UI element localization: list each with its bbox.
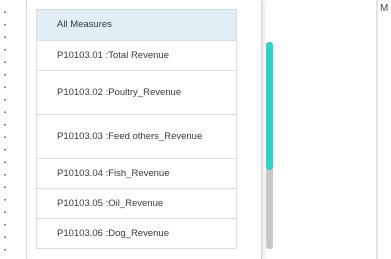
- measure-option-label: P10103.05 :Oil_Revenue: [57, 197, 164, 209]
- measure-option-dog-revenue[interactable]: P10103.06 :Dog_Revenue: [36, 219, 237, 249]
- list-scrollbar-thumb[interactable]: [266, 42, 273, 170]
- measure-option-fish-revenue[interactable]: P10103.04 :Fish_Revenue: [36, 159, 237, 189]
- measures-list: All Measures P10103.01 :Total Revenue P1…: [36, 9, 274, 249]
- all-measures-option[interactable]: All Measures: [36, 9, 237, 41]
- measure-option-label: P10103.06 :Dog_Revenue: [57, 227, 169, 239]
- right-panel-divider: [376, 0, 378, 259]
- measure-option-label: P10103.02 :Poultry_Revenue: [57, 86, 182, 98]
- measure-option-label: P10103.03 :Feed others_Revenue: [57, 130, 203, 142]
- measure-option-oil-revenue[interactable]: P10103.05 :Oil_Revenue: [36, 189, 237, 219]
- measure-option-total-revenue[interactable]: P10103.01 :Total Revenue: [36, 41, 237, 71]
- all-measures-label: All Measures: [57, 19, 112, 30]
- screen: All Measures P10103.01 :Total Revenue P1…: [0, 0, 391, 259]
- right-panel-label: M: [380, 3, 389, 14]
- measure-option-label: P10103.01 :Total Revenue: [57, 49, 169, 61]
- measure-option-label: P10103.04 :Fish_Revenue: [57, 167, 170, 179]
- dotted-gutter: [3, 6, 7, 256]
- measures-dropdown-panel: All Measures P10103.01 :Total Revenue P1…: [26, 0, 273, 259]
- list-scrollbar[interactable]: [266, 42, 273, 249]
- measure-option-feed-others-revenue[interactable]: P10103.03 :Feed others_Revenue: [36, 115, 237, 159]
- measure-option-poultry-revenue[interactable]: P10103.02 :Poultry_Revenue: [36, 71, 237, 115]
